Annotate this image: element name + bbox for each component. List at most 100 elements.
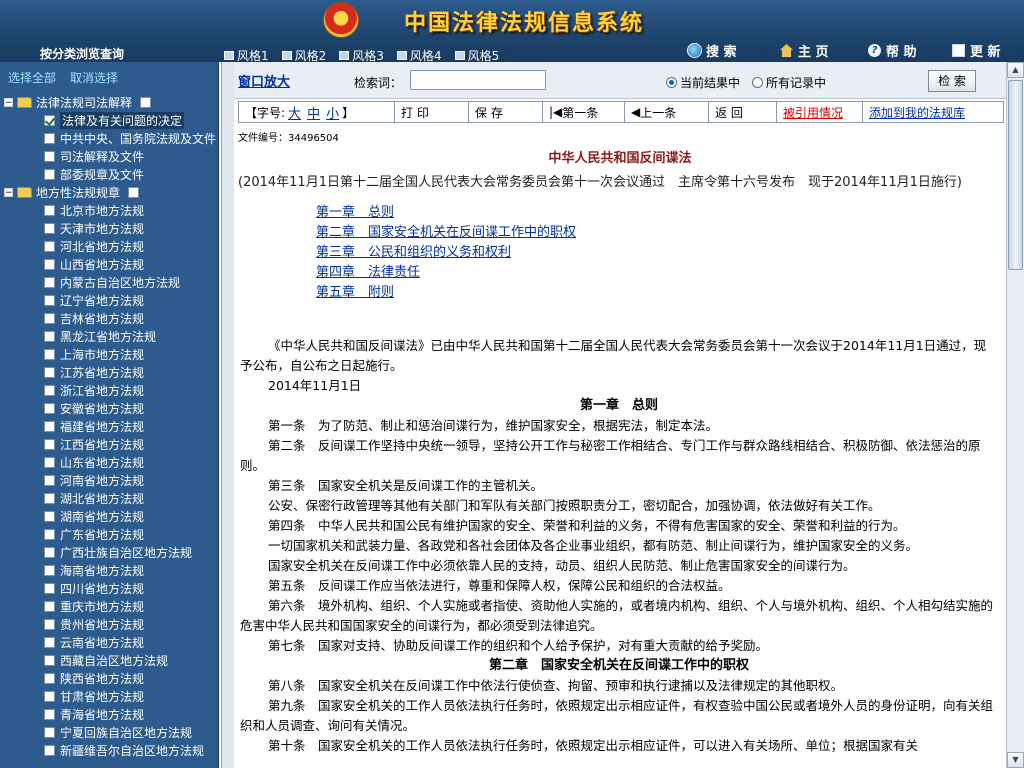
category-checkbox[interactable] (44, 385, 55, 396)
tree-item[interactable]: 法律及有关问题的决定 (44, 112, 185, 129)
back-button[interactable]: 返 回 (709, 102, 777, 122)
cancel-select-link[interactable]: 取消选择 (70, 69, 118, 86)
radio-all-records[interactable]: 所有记录中 (752, 74, 826, 91)
print-button[interactable]: 打 印 (395, 102, 469, 122)
tree-item[interactable]: 重庆市地方法规 (44, 598, 144, 615)
scroll-down-icon[interactable]: ▼ (1007, 752, 1024, 768)
tree-item[interactable]: 黑龙江省地方法规 (44, 328, 156, 345)
category-checkbox[interactable] (44, 619, 55, 630)
tree-item[interactable]: 吉林省地方法规 (44, 310, 144, 327)
tree-group[interactable]: − 法律法规司法解释 (4, 94, 156, 111)
category-checkbox[interactable] (44, 367, 55, 378)
tree-item[interactable]: 西藏自治区地方法规 (44, 652, 168, 669)
category-checkbox[interactable] (44, 259, 55, 270)
tree-item[interactable]: 福建省地方法规 (44, 418, 144, 435)
add-to-library-link[interactable]: 添加到我的法规库 (863, 102, 1003, 122)
radio-current-results[interactable]: 当前结果中 (666, 74, 740, 91)
category-checkbox[interactable] (44, 493, 55, 504)
tree-item[interactable]: 甘肃省地方法规 (44, 688, 144, 705)
group-checkbox[interactable] (140, 97, 152, 108)
tree-item[interactable]: 四川省地方法规 (44, 580, 144, 597)
group-checkbox[interactable] (128, 187, 140, 198)
keyword-input[interactable] (410, 70, 546, 90)
category-checkbox[interactable] (44, 655, 55, 666)
category-checkbox[interactable] (44, 601, 55, 612)
category-checkbox[interactable] (44, 529, 55, 540)
tree-item[interactable]: 部委规章及文件 (44, 166, 144, 183)
category-checkbox[interactable] (44, 583, 55, 594)
category-checkbox[interactable] (44, 115, 55, 126)
category-checkbox[interactable] (44, 331, 55, 342)
tree-item[interactable]: 广西壮族自治区地方法规 (44, 544, 192, 561)
search-button[interactable]: 检 索 (928, 70, 976, 92)
toc-chapter-2[interactable]: 第二章 国家安全机关在反间谍工作中的职权 (316, 224, 576, 244)
tree-item[interactable]: 安徽省地方法规 (44, 400, 144, 417)
tree-item[interactable]: 辽宁省地方法规 (44, 292, 144, 309)
category-checkbox[interactable] (44, 349, 55, 360)
scroll-up-icon[interactable]: ▲ (1007, 62, 1024, 78)
tree-item[interactable]: 海南省地方法规 (44, 562, 144, 579)
category-checkbox[interactable] (44, 727, 55, 738)
home-link[interactable]: 主 页 (780, 41, 829, 60)
category-checkbox[interactable] (44, 313, 55, 324)
radio-button-icon[interactable] (666, 77, 677, 88)
help-link[interactable]: ? 帮 助 (868, 41, 917, 60)
category-checkbox[interactable] (44, 475, 55, 486)
tree-item[interactable]: 青海省地方法规 (44, 706, 144, 723)
category-checkbox[interactable] (44, 241, 55, 252)
tree-item[interactable]: 广东省地方法规 (44, 526, 144, 543)
tree-item[interactable]: 山西省地方法规 (44, 256, 144, 273)
toc-chapter-5[interactable]: 第五章 附则 (316, 284, 576, 304)
tree-item[interactable]: 河北省地方法规 (44, 238, 144, 255)
prev-record-button[interactable]: ◀ 上一条 (625, 102, 709, 122)
tree-item[interactable]: 江苏省地方法规 (44, 364, 144, 381)
category-checkbox[interactable] (44, 439, 55, 450)
category-checkbox[interactable] (44, 565, 55, 576)
tree-item[interactable]: 陕西省地方法规 (44, 670, 144, 687)
tree-item[interactable]: 山东省地方法规 (44, 454, 144, 471)
tree-item[interactable]: 浙江省地方法规 (44, 382, 144, 399)
document-scrollbar[interactable]: ▲ ▼ (1006, 62, 1024, 768)
tree-item[interactable]: 河南省地方法规 (44, 472, 144, 489)
toc-chapter-3[interactable]: 第三章 公民和组织的义务和权利 (316, 244, 576, 264)
category-checkbox[interactable] (44, 709, 55, 720)
search-link[interactable]: 搜 索 (688, 41, 737, 60)
category-checkbox[interactable] (44, 673, 55, 684)
category-checkbox[interactable] (44, 223, 55, 234)
tree-item[interactable]: 贵州省地方法规 (44, 616, 144, 633)
font-large-link[interactable]: 大 (288, 103, 301, 122)
category-checkbox[interactable] (44, 295, 55, 306)
category-checkbox[interactable] (44, 691, 55, 702)
tree-item[interactable]: 云南省地方法规 (44, 634, 144, 651)
category-checkbox[interactable] (44, 277, 55, 288)
category-checkbox[interactable] (44, 547, 55, 558)
select-all-link[interactable]: 选择全部 (8, 69, 56, 86)
sidebar-splitter[interactable] (221, 62, 234, 768)
tree-group[interactable]: − 地方性法规规章 (4, 184, 144, 201)
category-checkbox[interactable] (44, 511, 55, 522)
tree-item[interactable]: 宁夏回族自治区地方法规 (44, 724, 192, 741)
category-checkbox[interactable] (44, 403, 55, 414)
tree-item[interactable]: 上海市地方法规 (44, 346, 144, 363)
radio-button-icon[interactable] (752, 77, 763, 88)
tree-item[interactable]: 湖南省地方法规 (44, 508, 144, 525)
collapse-icon[interactable]: − (4, 188, 13, 198)
tree-item[interactable]: 新疆维吾尔自治区地方法规 (44, 742, 204, 759)
toc-chapter-1[interactable]: 第一章 总则 (316, 204, 576, 224)
category-checkbox[interactable] (44, 133, 55, 144)
tree-item[interactable]: 北京市地方法规 (44, 202, 144, 219)
scrollbar-thumb[interactable] (1008, 80, 1023, 270)
window-zoom-link[interactable]: 窗口放大 (238, 71, 290, 90)
font-medium-link[interactable]: 中 (307, 103, 320, 122)
category-checkbox[interactable] (44, 457, 55, 468)
tree-item[interactable]: 内蒙古自治区地方法规 (44, 274, 180, 291)
toc-chapter-4[interactable]: 第四章 法律责任 (316, 264, 576, 284)
save-button[interactable]: 保 存 (469, 102, 543, 122)
tree-item[interactable]: 司法解释及文件 (44, 148, 144, 165)
category-checkbox[interactable] (44, 169, 55, 180)
category-checkbox[interactable] (44, 745, 55, 756)
collapse-icon[interactable]: − (4, 98, 13, 108)
category-checkbox[interactable] (44, 637, 55, 648)
first-record-button[interactable]: |◀ 第一条 (543, 102, 625, 122)
tree-item[interactable]: 天津市地方法规 (44, 220, 144, 237)
